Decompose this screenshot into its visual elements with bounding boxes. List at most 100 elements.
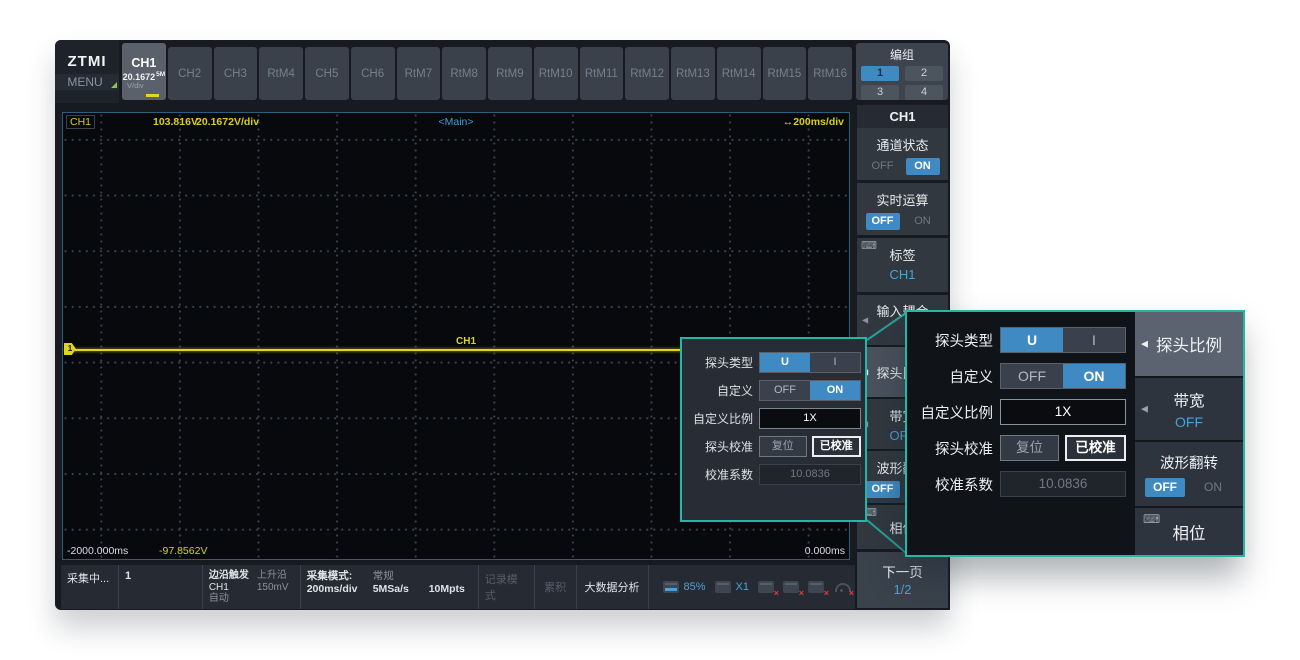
channel-state-toggle: OFF ON bbox=[857, 158, 948, 175]
custom-ratio-input[interactable]: 1X bbox=[759, 408, 861, 429]
printer-icon[interactable]: × bbox=[758, 581, 774, 593]
next-page-button[interactable]: 下一页 1/2 bbox=[857, 552, 948, 608]
tab-rtm7[interactable]: RtM7 bbox=[397, 47, 441, 100]
acquiring-status: 采集中... bbox=[61, 565, 119, 609]
accumulate-button[interactable]: 累积 bbox=[535, 565, 577, 609]
probe-type-i-button[interactable]: I bbox=[810, 353, 860, 372]
trigger-edge: 上升沿 bbox=[257, 570, 289, 582]
tab-rtm14[interactable]: RtM14 bbox=[717, 47, 761, 100]
storage-icon[interactable] bbox=[663, 581, 679, 593]
probe-type-u-button[interactable]: U bbox=[760, 353, 810, 372]
waveform-invert-on[interactable]: ON bbox=[1193, 478, 1233, 497]
trace-channel-label: CH1 bbox=[456, 336, 476, 347]
cal-coeff-field: 10.0836 bbox=[1000, 471, 1126, 497]
probe-settings-callout: 探头类型 U I 自定义 OFF ON 自定义比例 1X 探头校准 bbox=[905, 310, 1245, 557]
trigger-mode: 自动 bbox=[209, 593, 249, 605]
trace-ground-marker[interactable]: 1 bbox=[64, 343, 76, 355]
status-bar: 采集中... 1 边沿触发 CH1 自动 上升沿 150mV 采集模式: 常规 bbox=[61, 565, 855, 609]
disconnected-x-icon: × bbox=[799, 588, 804, 598]
custom-on-button[interactable]: ON bbox=[1063, 364, 1125, 388]
tab-vdiv-value: 20.16725M bbox=[123, 70, 166, 82]
tab-rtm13[interactable]: RtM13 bbox=[671, 47, 715, 100]
channel-state-on[interactable]: ON bbox=[906, 158, 940, 175]
page-indicator: 1/2 bbox=[893, 582, 911, 597]
cal-reset-button[interactable]: 复位 bbox=[759, 436, 807, 457]
callout-menu: ◀ 探头比例 ◀ 带宽 OFF 波形翻转 OFF ON ⌨ 相位 bbox=[1135, 312, 1243, 555]
brand-block: ZTMI MENU bbox=[55, 40, 119, 103]
probe-type-u-button[interactable]: U bbox=[1001, 328, 1063, 352]
trigger-level: 150mV bbox=[257, 582, 289, 594]
cal-coeff-row: 校准系数 10.0836 bbox=[687, 464, 858, 485]
oscilloscope-frame: ZTMI MENU CH1 20.16725M V/div CH2 CH3 Rt… bbox=[55, 40, 950, 610]
probe-type-segment: U I bbox=[759, 352, 861, 373]
probe-type-i-button[interactable]: I bbox=[1063, 328, 1125, 352]
sidebar-item-tag[interactable]: ⌨ 标签 CH1 bbox=[857, 238, 948, 292]
group-button-3[interactable]: 3 bbox=[861, 85, 899, 100]
slot-indicator: 1 bbox=[119, 565, 203, 609]
tab-rtm4[interactable]: RtM4 bbox=[259, 47, 303, 100]
tab-rtm15[interactable]: RtM15 bbox=[763, 47, 807, 100]
magnification-icon[interactable] bbox=[715, 581, 731, 593]
custom-on-button[interactable]: ON bbox=[810, 381, 860, 400]
tab-ch5[interactable]: CH5 bbox=[305, 47, 349, 100]
tab-rtm12[interactable]: RtM12 bbox=[625, 47, 669, 100]
display-icon[interactable]: × bbox=[783, 581, 799, 593]
storage-percent: 85% bbox=[684, 581, 706, 593]
system-tray: 85% X1 × × × × bbox=[649, 565, 856, 609]
tab-label: CH1 bbox=[131, 56, 156, 70]
realtime-math-off[interactable]: OFF bbox=[866, 213, 900, 230]
menu-item-phase[interactable]: ⌨ 相位 bbox=[1135, 508, 1243, 555]
realtime-math-on[interactable]: ON bbox=[906, 213, 940, 230]
cal-calibrated-button[interactable]: 已校准 bbox=[1065, 435, 1126, 461]
marker-voltage-label: -97.8562V bbox=[159, 545, 207, 557]
group-button-1[interactable]: 1 bbox=[861, 66, 899, 81]
tab-rtm8[interactable]: RtM8 bbox=[442, 47, 486, 100]
menu-item-waveform-invert[interactable]: 波形翻转 OFF ON bbox=[1135, 442, 1243, 506]
keyboard-icon: ⌨ bbox=[861, 241, 877, 252]
tab-rtm11[interactable]: RtM11 bbox=[580, 47, 624, 100]
grouping-buttons: 1 2 3 4 bbox=[856, 66, 948, 100]
cal-reset-button[interactable]: 复位 bbox=[1000, 435, 1059, 461]
group-button-2[interactable]: 2 bbox=[905, 66, 943, 81]
menu-item-probe-ratio[interactable]: ◀ 探头比例 bbox=[1135, 312, 1243, 376]
waveform-invert-off[interactable]: OFF bbox=[1145, 478, 1185, 497]
probe-cal-row: 探头校准 复位 已校准 bbox=[687, 436, 858, 457]
custom-ratio-input[interactable]: 1X bbox=[1000, 399, 1126, 425]
sidebar-item-channel-state[interactable]: 通道状态 OFF ON bbox=[857, 128, 948, 180]
cal-coeff-field: 10.0836 bbox=[759, 464, 861, 485]
tab-vdiv-unit: V/div bbox=[122, 82, 144, 90]
cal-calibrated-button[interactable]: 已校准 bbox=[812, 436, 862, 457]
record-mode-button[interactable]: 记录模式 bbox=[479, 565, 535, 609]
trigger-status: 边沿触发 CH1 自动 上升沿 150mV bbox=[203, 565, 301, 609]
big-data-analysis-button[interactable]: 大数据分析 bbox=[577, 565, 649, 609]
sidebar-item-realtime-math[interactable]: 实时运算 OFF ON bbox=[857, 183, 948, 235]
time-end-label: 0.000ms bbox=[805, 545, 845, 557]
waveform-invert-off[interactable]: OFF bbox=[866, 481, 900, 498]
group-button-4[interactable]: 4 bbox=[905, 85, 943, 100]
tab-ch1[interactable]: CH1 20.16725M V/div bbox=[122, 43, 166, 100]
tab-vdiv-number: 20.1672 bbox=[123, 72, 156, 82]
channel-state-off[interactable]: OFF bbox=[866, 158, 900, 175]
tab-rtm9[interactable]: RtM9 bbox=[488, 47, 532, 100]
realtime-math-toggle: OFF ON bbox=[857, 213, 948, 230]
tab-ch6[interactable]: CH6 bbox=[351, 47, 395, 100]
menu-button[interactable]: MENU bbox=[55, 74, 119, 90]
grouping-title: 编组 bbox=[856, 46, 948, 63]
tab-ch2[interactable]: CH2 bbox=[168, 47, 212, 100]
custom-off-button[interactable]: OFF bbox=[1001, 364, 1063, 388]
trigger-type: 边沿触发 bbox=[209, 570, 249, 582]
channel-tabs: CH1 20.16725M V/div CH2 CH3 RtM4 CH5 CH6… bbox=[119, 40, 855, 103]
menu-corner-icon bbox=[111, 82, 117, 88]
wifi-icon[interactable]: × bbox=[833, 581, 849, 593]
menu-item-bandwidth[interactable]: ◀ 带宽 OFF bbox=[1135, 378, 1243, 440]
tab-ch3[interactable]: CH3 bbox=[214, 47, 258, 100]
custom-row: 自定义 OFF ON bbox=[687, 380, 858, 401]
custom-off-button[interactable]: OFF bbox=[760, 381, 810, 400]
custom-segment: OFF ON bbox=[1000, 363, 1126, 389]
tag-value: CH1 bbox=[857, 267, 948, 282]
tab-rtm16[interactable]: RtM16 bbox=[808, 47, 852, 100]
acq-timebase: 200ms/div bbox=[307, 583, 369, 596]
tab-rtm10[interactable]: RtM10 bbox=[534, 47, 578, 100]
main-window-label: <Main> bbox=[63, 116, 849, 128]
probe-icon[interactable]: × bbox=[808, 581, 824, 593]
